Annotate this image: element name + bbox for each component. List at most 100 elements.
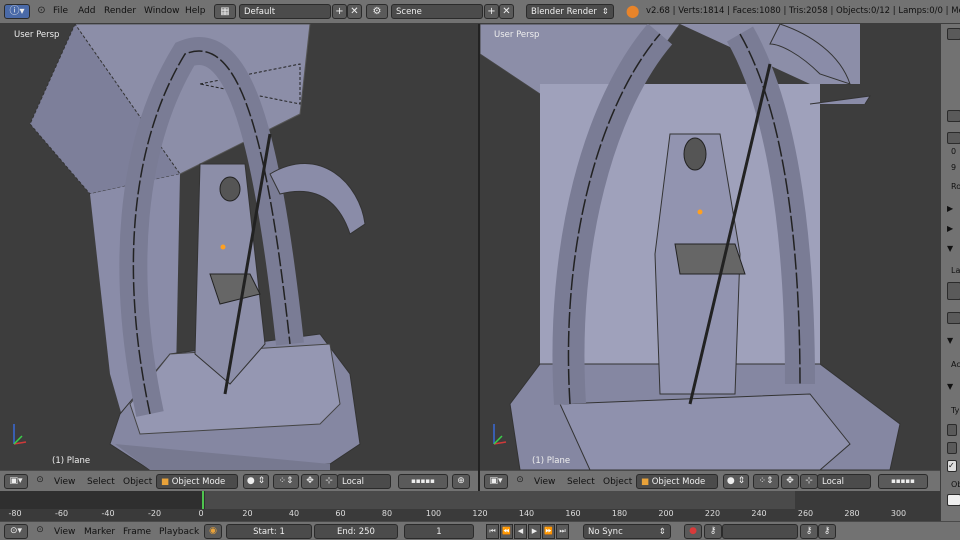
panel-expand-icon[interactable]: ▶	[947, 204, 953, 213]
timeline-tick-label: 260	[797, 509, 814, 518]
screen-layout-field[interactable]: Default	[239, 4, 331, 19]
panel-collapse-icon[interactable]: ▼	[947, 382, 953, 391]
timeline-tick-label: 20	[242, 509, 253, 518]
timeline-tick-label: 0	[198, 509, 204, 518]
menu-object[interactable]: Object	[603, 477, 632, 487]
layers-grid[interactable]: ▪▪▪▪▪	[398, 474, 448, 489]
collapse-menu-icon[interactable]: ⊙	[31, 524, 49, 539]
jump-start-button[interactable]: ⏮	[486, 524, 499, 539]
viewport-shading-icon[interactable]: ● ⇕	[723, 474, 749, 489]
remove-layout-button[interactable]: ✕	[347, 4, 362, 19]
add-scene-button[interactable]: +	[484, 4, 499, 19]
checkbox-checked[interactable]: ✓	[947, 460, 957, 472]
timeline-tick-label: -20	[147, 509, 162, 518]
transform-orientation-icon[interactable]: ⊹	[320, 474, 338, 489]
collapse-menu-icon[interactable]: ⊙	[31, 474, 49, 489]
lock-camera-icon[interactable]: ⊕	[452, 474, 470, 489]
manipulator-icon[interactable]: ✥	[301, 474, 319, 489]
jump-end-button[interactable]: ⏭	[556, 524, 569, 539]
sync-mode-dropdown[interactable]: No Sync ⇕	[583, 524, 671, 539]
render-engine-dropdown[interactable]: Blender Render ⇕	[526, 4, 614, 19]
insert-keyframe-icon[interactable]: ⚷	[800, 524, 818, 539]
checkbox[interactable]	[947, 424, 957, 436]
delete-keyframe-icon[interactable]: ⚷	[818, 524, 836, 539]
jump-keyframe-back-button[interactable]: ⏪	[500, 524, 513, 539]
screen-layout-icon[interactable]: ▦	[214, 4, 236, 19]
viewport-shading-icon[interactable]: ● ⇕	[243, 474, 269, 489]
remove-scene-button[interactable]: ✕	[499, 4, 514, 19]
menu-object[interactable]: Object	[123, 477, 152, 487]
object-mode-icon: ■	[161, 477, 170, 487]
transform-orientation-dropdown[interactable]: Local	[337, 474, 391, 489]
3d-viewport-left[interactable]: User Persp (1) Plane	[0, 24, 478, 470]
keying-set-field[interactable]	[722, 524, 798, 539]
menu-playback[interactable]: Playback	[159, 527, 199, 537]
properties-panel[interactable]: 0 9 Ro ▶ ▶ ▼ La ▼ Ac ▼ Ty ✓ Ob	[940, 24, 960, 521]
menu-marker[interactable]: Marker	[84, 527, 115, 537]
menu-file[interactable]: File	[53, 6, 68, 16]
scene-render-right	[480, 24, 901, 470]
panel-widget[interactable]	[947, 312, 960, 324]
panel-widget[interactable]	[947, 282, 960, 300]
scene-icon[interactable]: ⚙	[366, 4, 388, 19]
transform-orientation-dropdown[interactable]: Local	[817, 474, 871, 489]
menu-select[interactable]: Select	[567, 477, 595, 487]
sync-mode-label: No Sync	[588, 527, 623, 537]
timeline-tick-label: 200	[658, 509, 674, 518]
play-button[interactable]: ▶	[528, 524, 541, 539]
collapse-menu-icon[interactable]: ⊙	[511, 474, 529, 489]
editor-type-timeline-icon[interactable]: ⊙▾	[4, 524, 28, 539]
panel-icon[interactable]	[947, 28, 960, 40]
preview-range-icon[interactable]: ◉	[204, 524, 222, 539]
panel-collapse-icon[interactable]: ▼	[947, 244, 953, 253]
end-frame-field[interactable]: End: 250	[314, 524, 398, 539]
timeline-tick-label: 220	[704, 509, 721, 518]
scene-field[interactable]: Scene	[391, 4, 483, 19]
checkbox[interactable]	[947, 442, 957, 454]
menu-add[interactable]: Add	[78, 6, 95, 16]
panel-label: Ob	[951, 480, 960, 489]
panel-widget[interactable]	[947, 494, 960, 506]
timeline-tick-label: -40	[101, 509, 115, 518]
mode-dropdown[interactable]: ■ Object Mode	[156, 474, 238, 489]
mode-dropdown[interactable]: ■ Object Mode	[636, 474, 718, 489]
record-button[interactable]: ●	[684, 524, 702, 539]
menu-render[interactable]: Render	[104, 6, 136, 16]
transform-orientation-icon[interactable]: ⊹	[800, 474, 818, 489]
menu-view[interactable]: View	[54, 477, 75, 487]
editor-type-3d-icon[interactable]: ▣▾	[484, 474, 508, 489]
timeline-tick-label: 160	[565, 509, 581, 518]
play-reverse-button[interactable]: ◀	[514, 524, 527, 539]
panel-expand-icon[interactable]: ▶	[947, 224, 953, 233]
timeline-range	[205, 491, 795, 509]
pivot-point-icon[interactable]: ⁘⇕	[273, 474, 299, 489]
menu-select[interactable]: Select	[87, 477, 115, 487]
panel-icon[interactable]	[947, 110, 960, 122]
keying-set-icon[interactable]: ⚷	[704, 524, 722, 539]
current-frame-field[interactable]: 1	[404, 524, 474, 539]
menu-window[interactable]: Window	[144, 6, 180, 16]
jump-keyframe-forward-button[interactable]: ⏩	[542, 524, 555, 539]
editor-type-info-icon[interactable]: ⓘ▾	[4, 4, 30, 19]
manipulator-icon[interactable]: ✥	[781, 474, 799, 489]
menu-view[interactable]: View	[534, 477, 555, 487]
panel-collapse-icon[interactable]: ▼	[947, 336, 953, 345]
menu-frame[interactable]: Frame	[123, 527, 151, 537]
object-mode-icon: ■	[641, 477, 650, 487]
timeline-tick-label: 60	[335, 509, 346, 518]
collapse-menu-icon[interactable]: ⊙	[34, 4, 49, 19]
3d-viewport-right[interactable]: User Persp (1) Plane	[480, 24, 940, 470]
panel-icon[interactable]	[947, 132, 960, 144]
start-frame-field[interactable]: Start: 1	[226, 524, 312, 539]
timeline[interactable]: -80 -60 -40 -20 0 20 40 60 80 100 120 140 160 180 200 2…	[0, 491, 940, 521]
timeline-tick-label: 240	[751, 509, 767, 518]
layers-grid[interactable]: ▪▪▪▪▪	[878, 474, 928, 489]
menu-view[interactable]: View	[54, 527, 75, 537]
editor-type-3d-icon[interactable]: ▣▾	[4, 474, 28, 489]
active-object-label: (1) Plane	[52, 456, 91, 466]
pivot-point-icon[interactable]: ⁘⇕	[753, 474, 779, 489]
menu-help[interactable]: Help	[185, 6, 206, 16]
add-layout-button[interactable]: +	[332, 4, 347, 19]
timeline-tick-label: 80	[381, 509, 393, 518]
current-frame-marker[interactable]	[202, 491, 205, 509]
